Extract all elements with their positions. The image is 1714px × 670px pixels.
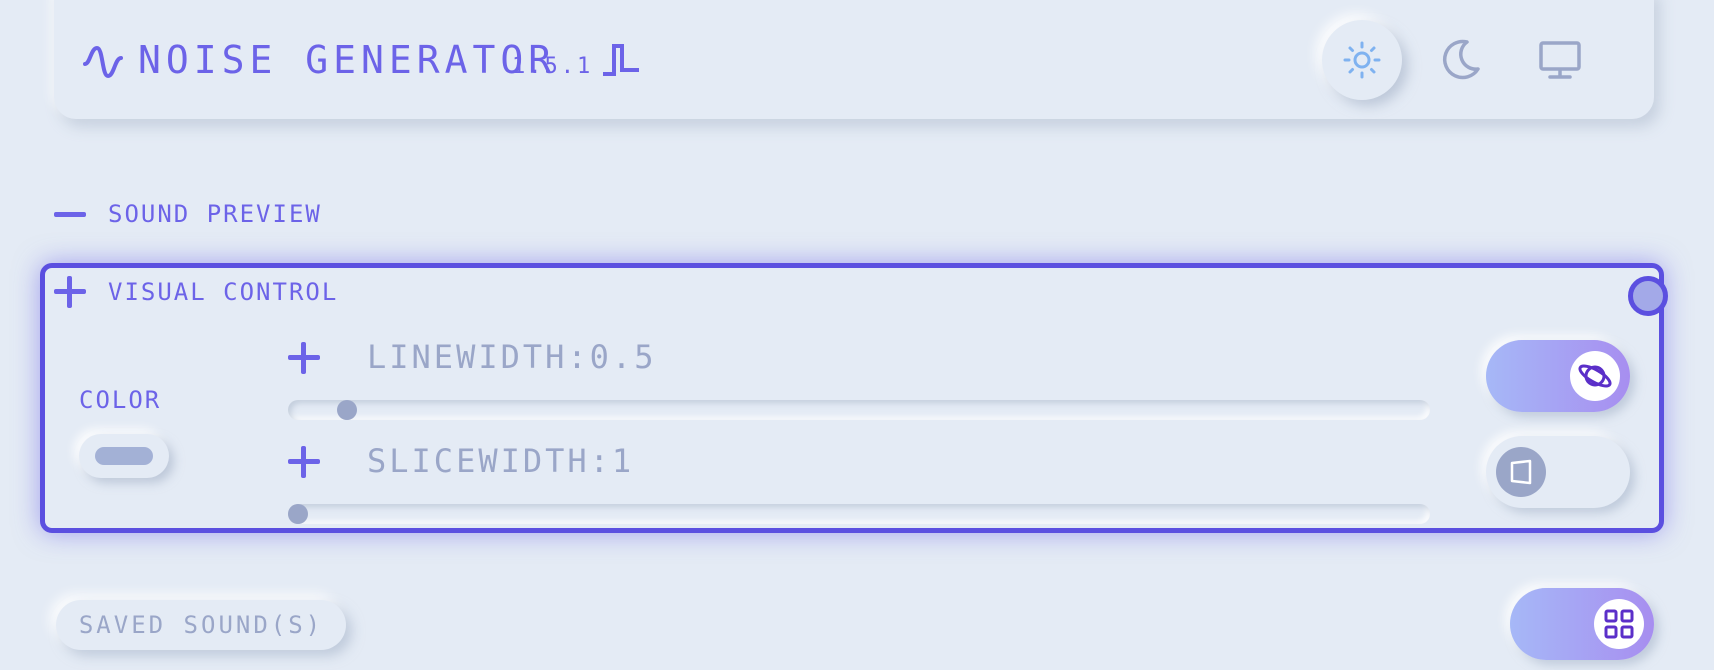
slicewidth-plus-button[interactable] xyxy=(288,446,320,478)
planet-toggle[interactable] xyxy=(1486,340,1630,412)
version-label: 1.5.1 xyxy=(512,54,594,79)
visual-control-label: VISUAL CONTROL xyxy=(108,278,339,306)
square-wave-icon xyxy=(603,44,639,76)
toggle-knob xyxy=(1496,447,1546,497)
dark-theme-button[interactable] xyxy=(1420,20,1500,100)
monitor-icon xyxy=(1539,41,1581,79)
toggle-knob xyxy=(1594,599,1644,649)
visual-control-toggle[interactable]: VISUAL CONTROL xyxy=(54,276,338,308)
light-theme-button[interactable] xyxy=(1322,20,1402,100)
toggle-knob xyxy=(1570,351,1620,401)
linewidth-slider[interactable] xyxy=(288,400,1430,420)
square-icon xyxy=(1510,459,1532,485)
saved-sounds-label: SAVED SOUND(S) xyxy=(78,611,324,639)
app-title: NOISE GENERATOR xyxy=(138,38,557,82)
linewidth-plus-button[interactable] xyxy=(288,342,320,374)
sound-preview-toggle[interactable]: SOUND PREVIEW xyxy=(54,200,322,228)
system-theme-button[interactable] xyxy=(1520,20,1600,100)
grid-icon xyxy=(1604,609,1634,639)
slicewidth-label: SLICEWIDTH:1 xyxy=(367,442,635,480)
expand-icon xyxy=(54,276,86,308)
sound-preview-label: SOUND PREVIEW xyxy=(108,200,322,228)
slicewidth-slider-thumb[interactable] xyxy=(288,504,308,524)
linewidth-label: LINEWIDTH:0.5 xyxy=(367,338,657,376)
color-label: COLOR xyxy=(79,386,162,414)
slicewidth-slider[interactable] xyxy=(288,504,1430,524)
panel-resize-handle[interactable] xyxy=(1628,276,1668,316)
collapse-icon xyxy=(54,211,86,217)
saved-sounds-button[interactable]: SAVED SOUND(S) xyxy=(56,600,346,650)
square-toggle[interactable] xyxy=(1486,436,1630,508)
color-swatch xyxy=(95,447,153,465)
sine-wave-icon xyxy=(83,45,123,79)
planet-icon xyxy=(1578,364,1612,388)
linewidth-slider-thumb[interactable] xyxy=(337,400,358,420)
color-picker-button[interactable] xyxy=(79,434,169,478)
moon-icon xyxy=(1443,39,1480,80)
sun-icon xyxy=(1343,41,1381,79)
grid-toggle[interactable] xyxy=(1510,588,1654,660)
